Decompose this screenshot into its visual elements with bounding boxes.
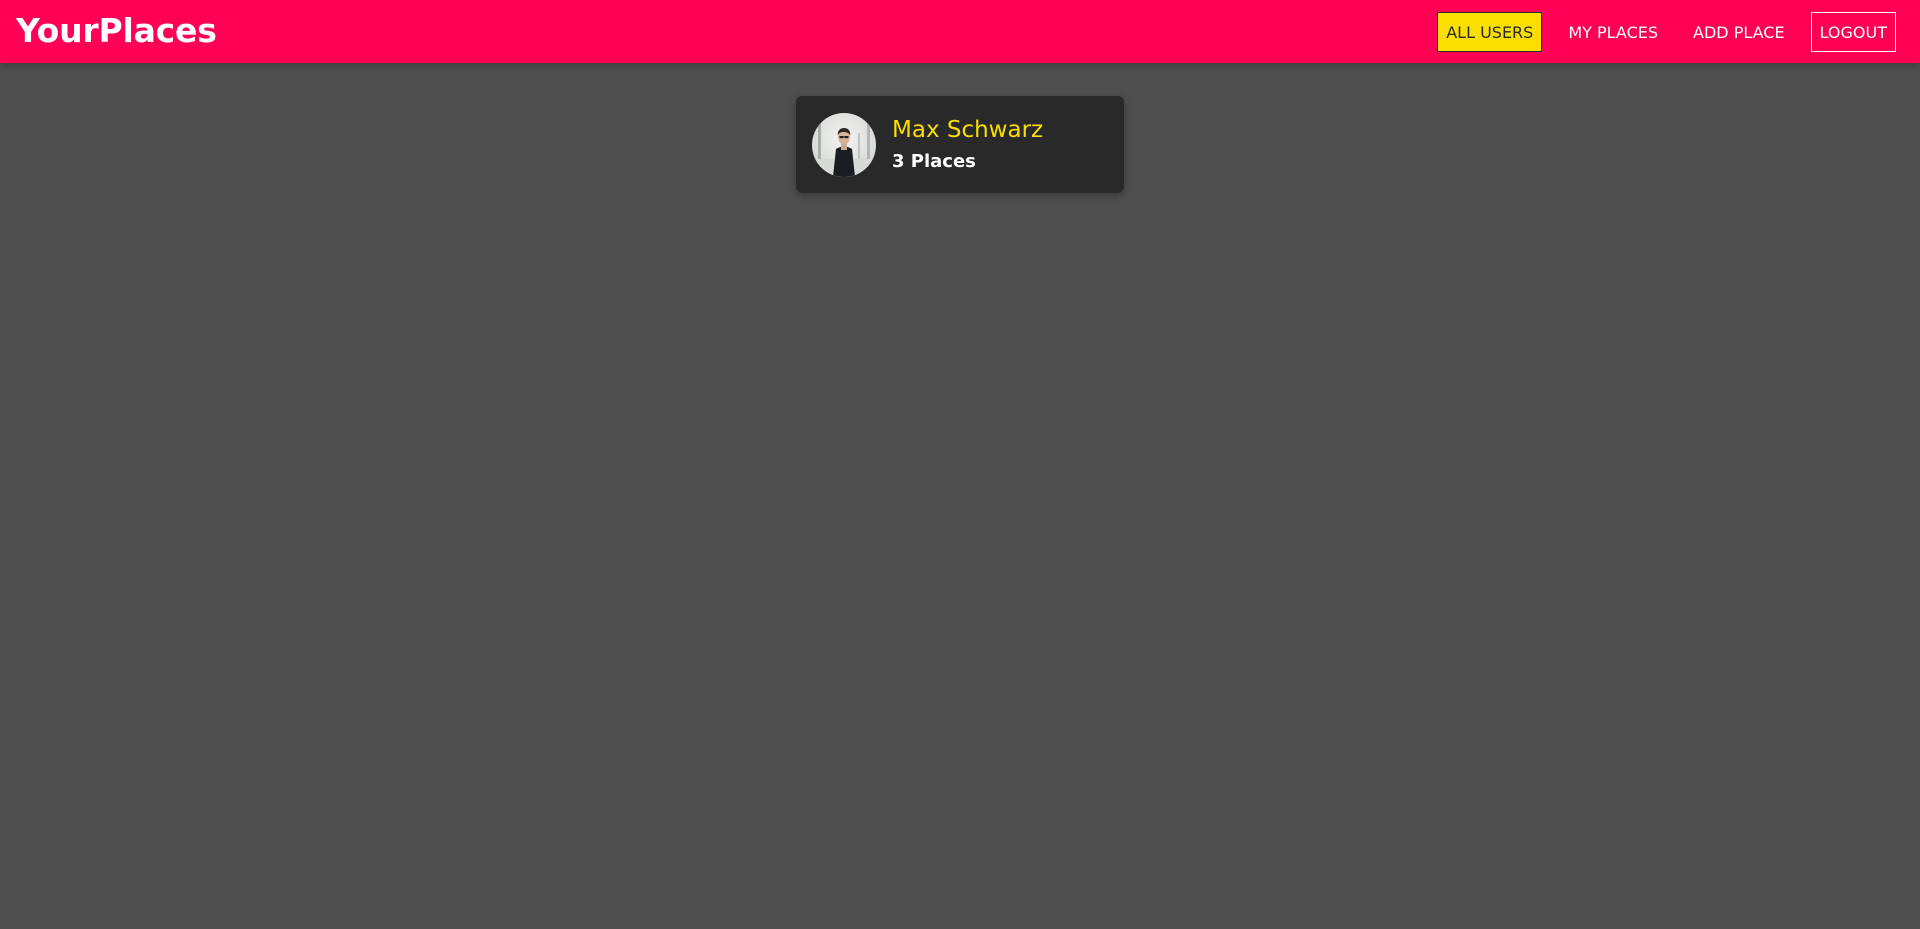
user-photo-icon bbox=[812, 112, 876, 177]
user-avatar bbox=[812, 112, 876, 177]
nav-all-users[interactable]: ALL USERS bbox=[1437, 12, 1543, 52]
nav-add-place[interactable]: ADD PLACE bbox=[1684, 12, 1794, 52]
nav-my-places[interactable]: MY PLACES bbox=[1559, 12, 1667, 52]
main-header: YourPlaces ALL USERS MY PLACES ADD PLACE… bbox=[0, 0, 1920, 63]
logout-button[interactable]: LOGOUT bbox=[1810, 12, 1896, 52]
brand-title[interactable]: YourPlaces bbox=[16, 9, 217, 53]
user-places-count: 3 Places bbox=[892, 150, 976, 172]
main-nav: ALL USERS MY PLACES ADD PLACE LOGOUT bbox=[1420, 12, 1896, 52]
user-card[interactable]: Max Schwarz 3 Places bbox=[796, 96, 1124, 193]
user-info: Max Schwarz 3 Places bbox=[892, 115, 1043, 175]
user-name: Max Schwarz bbox=[892, 116, 1044, 143]
